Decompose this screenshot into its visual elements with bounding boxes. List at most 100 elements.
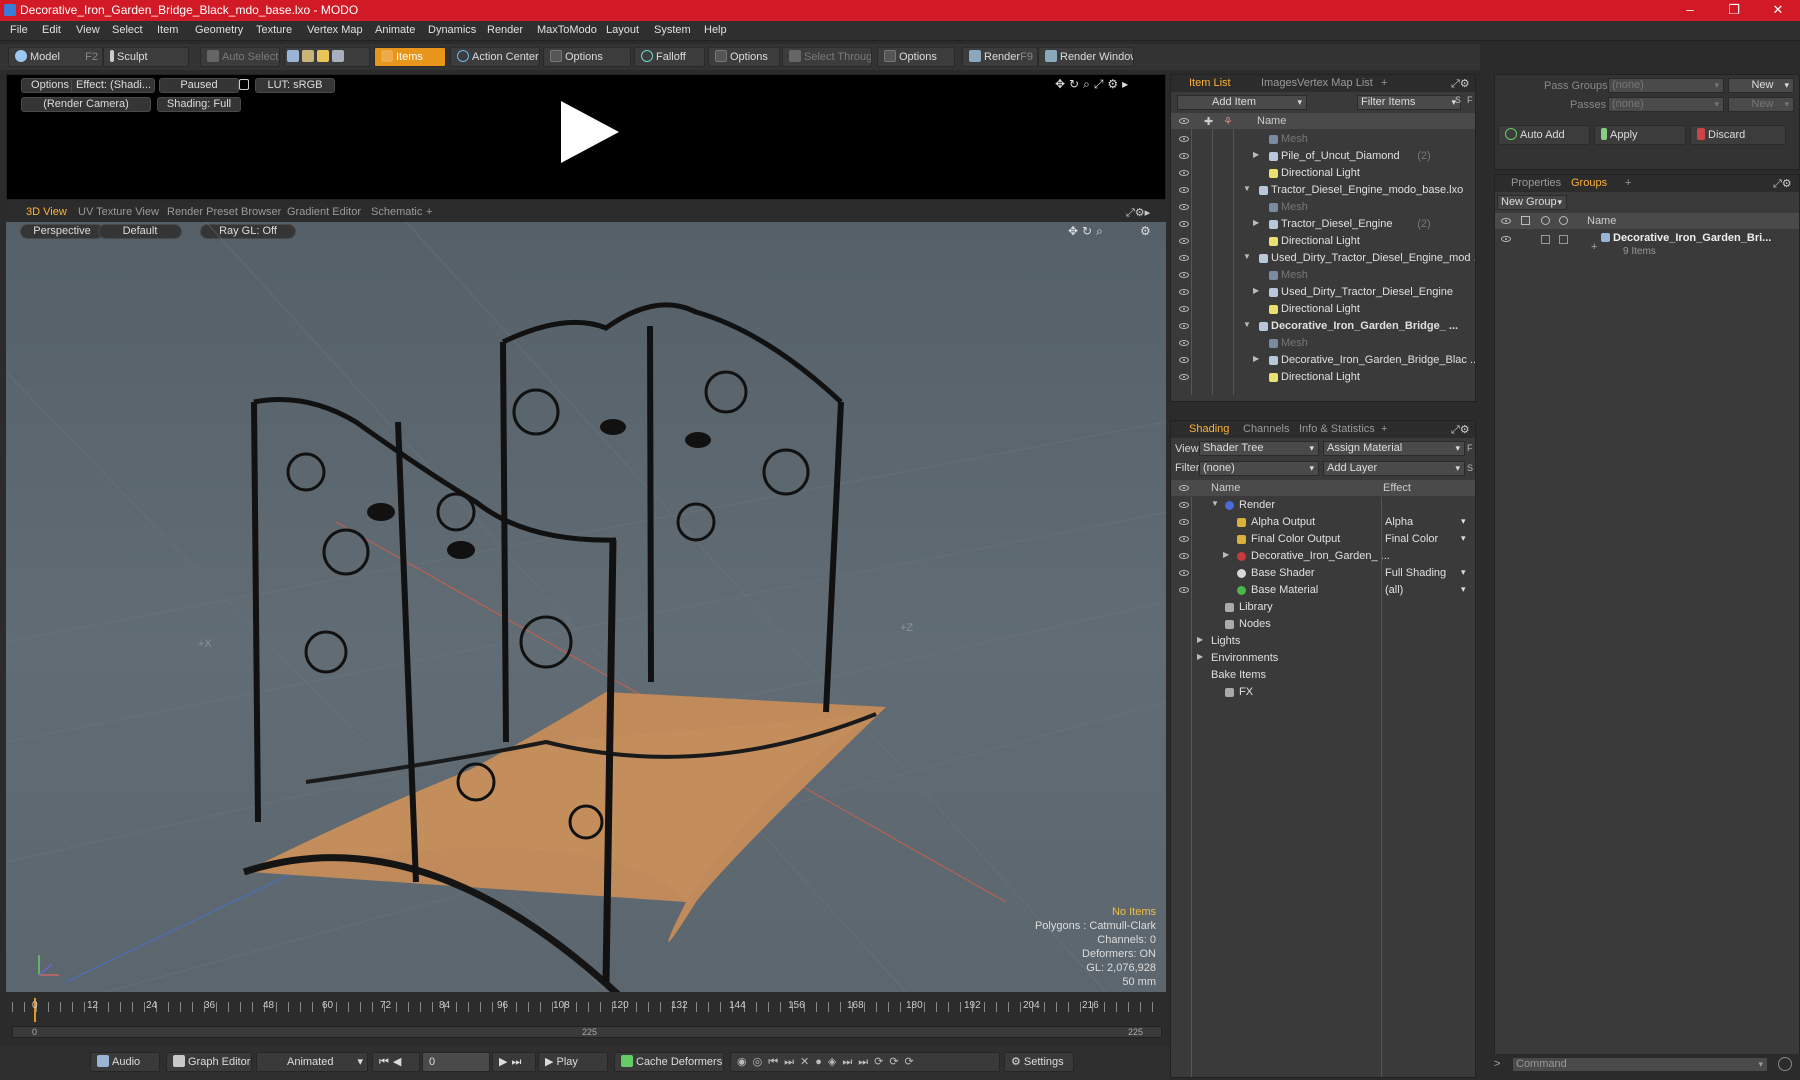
expand-icon[interactable]: + xyxy=(1591,241,1597,253)
add-tab-button[interactable]: + xyxy=(1625,177,1631,189)
cache-deformers-button[interactable]: Cache Deformers xyxy=(614,1052,724,1072)
item-list-row[interactable]: ▶ Pile_of_Uncut_Diamond (2) xyxy=(1171,148,1475,165)
menu-render[interactable]: Render xyxy=(487,24,523,36)
menu-layout[interactable]: Layout xyxy=(606,24,639,36)
item-list-row[interactable]: Directional Light xyxy=(1171,233,1475,250)
3d-viewport[interactable]: Perspective Default Ray GL: Off ✥↻⌕ ⚙ +X… xyxy=(6,222,1166,992)
visibility-toggle-icon[interactable] xyxy=(1179,306,1189,312)
chevron-down-icon[interactable]: ▾ xyxy=(1461,567,1466,578)
item-list-row[interactable]: Mesh xyxy=(1171,131,1475,148)
item-list-row[interactable]: ▶Used_Dirty_Tractor_Diesel_Engine(2) xyxy=(1171,284,1475,301)
visibility-toggle-icon[interactable] xyxy=(1179,502,1189,508)
tab-3d-view[interactable]: 3D View xyxy=(26,206,67,218)
assign-f-button[interactable]: F xyxy=(1467,443,1473,453)
select-through-options-button[interactable]: Options xyxy=(877,47,955,67)
shader-tree-row[interactable]: Bake Items xyxy=(1171,667,1475,684)
menu-texture[interactable]: Texture xyxy=(256,24,292,36)
chevron-down-icon[interactable]: ▾ xyxy=(1461,516,1466,527)
visibility-toggle-icon[interactable] xyxy=(1179,136,1189,142)
view-dropdown[interactable]: Shader Tree xyxy=(1199,441,1319,456)
visibility-toggle-icon[interactable] xyxy=(1179,519,1189,525)
expand-arrow-icon[interactable]: ▶ xyxy=(1197,635,1203,644)
item-list-row[interactable]: Mesh xyxy=(1171,335,1475,352)
shader-tree-row[interactable]: Final Color Output Final Color ▾ xyxy=(1171,531,1475,548)
animated-dropdown[interactable]: Animated ▾ xyxy=(256,1052,368,1072)
command-input[interactable]: Command xyxy=(1512,1057,1768,1072)
visibility-toggle-icon[interactable] xyxy=(1179,221,1189,227)
timeline[interactable]: 0 225 225 xyxy=(6,996,1166,1040)
audio-button[interactable]: Audio xyxy=(90,1052,160,1072)
tab-channels[interactable]: Channels xyxy=(1243,423,1289,435)
auto-select-button[interactable]: Auto Select xyxy=(200,47,280,67)
menu-geometry[interactable]: Geometry xyxy=(195,24,243,36)
new-pass-button[interactable]: New xyxy=(1728,97,1794,112)
menu-edit[interactable]: Edit xyxy=(42,24,61,36)
visibility-toggle-icon[interactable] xyxy=(1179,187,1189,193)
expand-arrow-icon[interactable]: ▶ xyxy=(1223,550,1229,559)
collapse-arrow-icon[interactable]: ▼ xyxy=(1243,252,1251,261)
menu-system[interactable]: System xyxy=(654,24,691,36)
tab-schematic[interactable]: Schematic xyxy=(371,206,422,218)
add-tab-button[interactable]: + xyxy=(1381,423,1387,435)
tab-groups[interactable]: Groups xyxy=(1571,177,1607,189)
select-through-button[interactable]: Select Through xyxy=(782,47,872,67)
visibility-toggle-icon[interactable] xyxy=(1179,170,1189,176)
visibility-toggle-icon[interactable] xyxy=(1179,587,1189,593)
tab-render-preset-browser[interactable]: Render Preset Browser xyxy=(167,206,281,218)
shader-tree-row[interactable]: Base Shader Full Shading ▾ xyxy=(1171,565,1475,582)
graph-editor-button[interactable]: Graph Editor xyxy=(166,1052,252,1072)
visibility-toggle-icon[interactable] xyxy=(1179,374,1189,380)
lock-toggle-icon[interactable] xyxy=(1541,235,1550,244)
vertex-mode-icon[interactable] xyxy=(287,50,299,62)
assign-material-dropdown[interactable]: Assign Material xyxy=(1323,441,1465,456)
preview-nav-icons[interactable]: ✥↻⌕⤢⚙▸ xyxy=(1055,77,1132,92)
add-tab-button[interactable]: + xyxy=(1381,77,1387,89)
play-icon[interactable] xyxy=(555,99,621,165)
falloff-options-button[interactable]: Options xyxy=(708,47,780,67)
filter-items-input[interactable]: Filter Items xyxy=(1357,95,1461,110)
group-row[interactable]: + Decorative_Iron_Garden_Bri... 9 Items xyxy=(1495,231,1799,261)
shader-tree-row[interactable]: ▶ Environments xyxy=(1171,650,1475,667)
visibility-toggle-icon[interactable] xyxy=(1179,553,1189,559)
item-list-row[interactable]: ▼ Tractor_Diesel_Engine_modo_base.lxo xyxy=(1171,182,1475,199)
visibility-toggle-icon[interactable] xyxy=(1501,236,1511,242)
menu-select[interactable]: Select xyxy=(112,24,143,36)
visibility-toggle-icon[interactable] xyxy=(1179,153,1189,159)
visibility-toggle-icon[interactable] xyxy=(1179,238,1189,244)
filter-f-button[interactable]: F xyxy=(1467,95,1477,110)
effect-dropdown[interactable]: Effect: (Shadi... xyxy=(71,78,155,93)
maximize-button[interactable]: ❐ xyxy=(1712,0,1756,21)
minimize-button[interactable]: – xyxy=(1668,0,1712,21)
visibility-toggle-icon[interactable] xyxy=(1179,570,1189,576)
item-list-row[interactable]: Mesh xyxy=(1171,267,1475,284)
select-toggle-icon[interactable] xyxy=(1559,235,1568,244)
polygon-mode-icon[interactable] xyxy=(317,50,329,62)
menu-vertex-map[interactable]: Vertex Map xyxy=(307,24,363,36)
shader-effect-value[interactable]: Final Color xyxy=(1385,533,1438,545)
menu-dynamics[interactable]: Dynamics xyxy=(428,24,476,36)
tab-gradient-editor[interactable]: Gradient Editor xyxy=(287,206,361,218)
tab-shading[interactable]: Shading xyxy=(1189,423,1229,435)
collapse-arrow-icon[interactable]: ▼ xyxy=(1211,499,1219,508)
visibility-toggle-icon[interactable] xyxy=(1179,357,1189,363)
menu-help[interactable]: Help xyxy=(704,24,727,36)
render-window-button[interactable]: Render Window xyxy=(1038,47,1134,67)
add-tab-button[interactable]: + xyxy=(426,206,432,218)
key-tools-group[interactable]: ◉◎⏮⏭✕●◈⏭⏭⟳⟳⟳ xyxy=(730,1052,1000,1072)
item-list-row[interactable]: Directional Light xyxy=(1171,369,1475,386)
tab-info-statistics[interactable]: Info & Statistics xyxy=(1299,423,1375,435)
item-list-row[interactable]: Mesh xyxy=(1171,199,1475,216)
filter-s-button[interactable]: S xyxy=(1455,95,1465,110)
shading-dropdown[interactable]: Shading: Full xyxy=(157,97,241,112)
item-list-row[interactable]: ▼ Decorative_Iron_Garden_Bridge_ ... xyxy=(1171,318,1475,335)
chevron-down-icon[interactable]: ▾ xyxy=(1461,584,1466,595)
collapse-arrow-icon[interactable]: ▼ xyxy=(1243,320,1251,329)
render-camera-dropdown[interactable]: (Render Camera) xyxy=(21,97,151,112)
item-list-row[interactable]: ▶ Decorative_Iron_Garden_Bridge_Blac ... xyxy=(1171,352,1475,369)
passes-dropdown[interactable]: (none) xyxy=(1608,97,1724,112)
new-group-button[interactable]: New Group xyxy=(1497,195,1567,210)
pass-groups-dropdown[interactable]: (none) xyxy=(1608,78,1724,93)
material-mode-icon[interactable] xyxy=(332,50,344,62)
add-layer-s-button[interactable]: S xyxy=(1467,463,1473,473)
menu-view[interactable]: View xyxy=(76,24,100,36)
